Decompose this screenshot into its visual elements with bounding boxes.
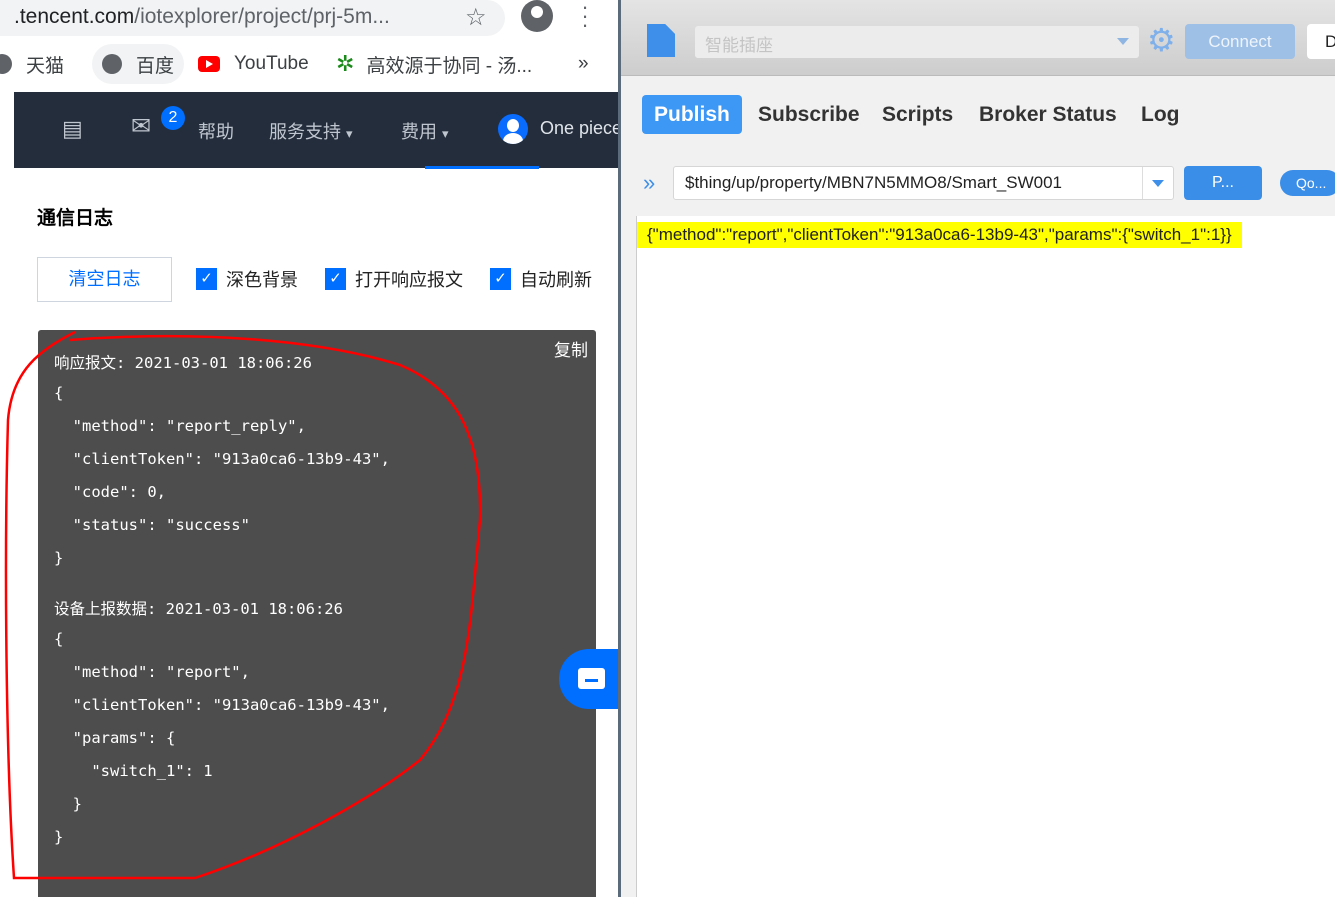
bookmark-baidu[interactable]: 百度: [92, 44, 185, 84]
profile-icon[interactable]: [521, 0, 553, 32]
topic-input[interactable]: $thing/up/property/MBN7N5MMO8/Smart_SW00…: [673, 166, 1174, 200]
bookmark-teambition[interactable]: ✲ 高效源于协同 - 汤...: [336, 44, 532, 84]
log-line: 设备上报数据: 2021-03-01 18:06:26: [54, 600, 343, 618]
bookmarks-more[interactable]: »: [578, 44, 589, 84]
connection-bar: 智能插座 ⚙ Connect D: [621, 0, 1335, 76]
gear-icon[interactable]: ⚙: [1147, 22, 1176, 58]
mqtt-client-window: 智能插座 ⚙ Connect D Publish Subscribe Scrip…: [621, 0, 1335, 897]
page-title: 通信日志: [37, 208, 114, 229]
log-line: }: [54, 549, 64, 567]
tab-scripts[interactable]: Scripts: [882, 95, 953, 134]
url-host: .tencent.com: [14, 5, 135, 28]
iot-explorer-window: .tencent.com/iotexplorer/project/prj-5m.…: [0, 0, 618, 897]
payload-text: {"method":"report","clientToken":"913a0c…: [637, 222, 1242, 248]
mail-icon[interactable]: ✉: [131, 112, 151, 141]
checkbox-auto-refresh[interactable]: ✓ 自动刷新: [490, 266, 592, 292]
qos-button[interactable]: Qo...: [1280, 170, 1335, 196]
tab-subscribe[interactable]: Subscribe: [758, 95, 860, 134]
nav-help[interactable]: 帮助: [198, 118, 234, 144]
log-line: "switch_1": 1: [54, 762, 213, 780]
log-line: {: [54, 384, 64, 402]
youtube-icon: [198, 56, 220, 72]
copy-button[interactable]: 复制: [554, 336, 588, 361]
publish-button[interactable]: P...: [1184, 166, 1262, 200]
chevron-down-icon[interactable]: [1152, 180, 1164, 187]
clear-log-button[interactable]: 清空日志: [37, 257, 172, 302]
globe-icon: [102, 54, 122, 74]
more-menu-icon[interactable]: · · ·: [580, 0, 590, 36]
log-line: "method": "report",: [54, 663, 250, 681]
expand-icon[interactable]: »: [643, 170, 655, 196]
log-line: {: [54, 630, 64, 648]
check-icon: ✓: [490, 268, 511, 290]
log-line: 响应报文: 2021-03-01 18:06:26: [54, 354, 312, 372]
tab-publish[interactable]: Publish: [642, 95, 742, 134]
star-icon[interactable]: ☆: [465, 3, 487, 32]
nav-support[interactable]: 服务支持 ▾: [269, 118, 353, 144]
log-line: "code": 0,: [54, 483, 166, 501]
disconnect-button[interactable]: D: [1307, 24, 1335, 59]
chevron-down-icon: ▾: [442, 126, 449, 141]
log-line: "clientToken": "913a0ca6-13b9-43",: [54, 696, 390, 714]
log-line: }: [54, 795, 82, 813]
payload-editor[interactable]: {"method":"report","clientToken":"913a0c…: [636, 216, 1335, 897]
log-line: }: [54, 828, 64, 846]
log-line: "clientToken": "913a0ca6-13b9-43",: [54, 450, 390, 468]
connect-button[interactable]: Connect: [1185, 24, 1295, 59]
document-icon[interactable]: ▤: [62, 116, 83, 142]
avatar[interactable]: [498, 114, 528, 144]
nav-active-indicator: [425, 166, 539, 169]
tab-broker-status[interactable]: Broker Status: [979, 95, 1117, 134]
bookmark-tmall[interactable]: 天猫: [0, 44, 64, 84]
chat-icon: [578, 668, 605, 689]
file-icon[interactable]: [647, 24, 675, 57]
profile-select[interactable]: 智能插座: [695, 26, 1139, 58]
chevron-down-icon: [1117, 38, 1129, 45]
nav-fees[interactable]: 费用 ▾: [401, 118, 449, 144]
mail-badge: 2: [161, 106, 185, 130]
check-icon: ✓: [325, 268, 346, 290]
nav-user[interactable]: One piece: [540, 118, 618, 139]
log-line: "status": "success": [54, 516, 250, 534]
log-line: "method": "report_reply",: [54, 417, 306, 435]
bookmark-youtube[interactable]: YouTube: [198, 44, 309, 84]
chevron-down-icon: ▾: [346, 126, 353, 141]
checkbox-show-response[interactable]: ✓ 打开响应报文: [325, 266, 463, 292]
address-bar[interactable]: .tencent.com/iotexplorer/project/prj-5m.…: [0, 0, 505, 36]
checkbox-dark-bg[interactable]: ✓ 深色背景: [196, 266, 298, 292]
url-path: /iotexplorer/project/prj-5m...: [134, 5, 390, 28]
tab-log[interactable]: Log: [1141, 95, 1179, 134]
log-line: "params": {: [54, 729, 176, 747]
check-icon: ✓: [196, 268, 217, 290]
gear-green-icon: ✲: [336, 51, 355, 76]
globe-icon: [0, 54, 12, 74]
log-output: 复制 响应报文: 2021-03-01 18:06:26 { "method": …: [38, 330, 596, 897]
chat-support-button[interactable]: [559, 649, 618, 709]
